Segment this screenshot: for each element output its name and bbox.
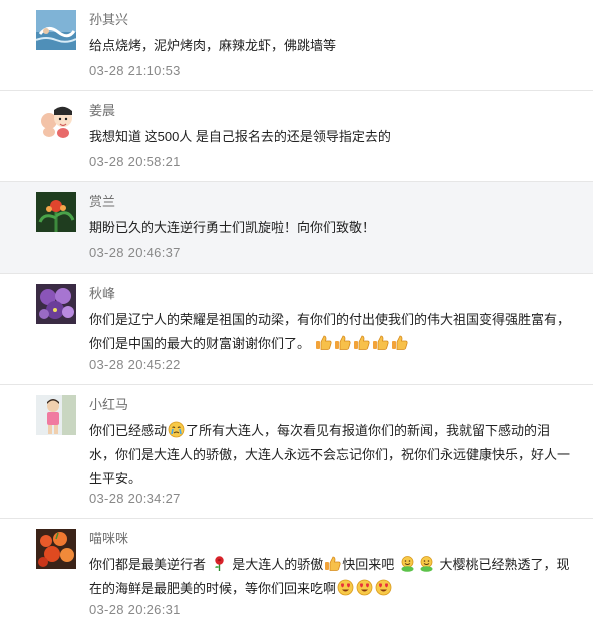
avatar[interactable] (36, 395, 76, 435)
commenter-name[interactable]: 喵咪咪 (89, 531, 128, 547)
rose-icon (211, 555, 228, 572)
thumbs-up-icon (334, 334, 351, 351)
comment-time: 03-28 20:34:27 (89, 491, 181, 506)
avatar[interactable] (36, 192, 76, 232)
comment-text: 你们都是最美逆行者 是大连人的骄傲 快回来吧 大樱桃已经熟透了，现在的海鲜是最肥… (89, 553, 574, 601)
comment-text: 你们已经感动 了所有大连人，每次看见有报道你们的新闻，我就留下感动的泪水，你们是… (89, 419, 574, 491)
avatar[interactable] (36, 10, 76, 50)
heart-eyes-icon (356, 579, 373, 596)
comment-item: 赏兰 期盼已久的大连逆行勇士们凯旋啦！向你们致敬！ 03-28 20:46:37 (0, 182, 593, 274)
thumbs-up-icon (315, 334, 332, 351)
thumbs-up-icon (324, 555, 341, 572)
comment-item: 喵咪咪 你们都是最美逆行者 是大连人的骄傲 快回来吧 大樱桃已经熟透了，现在的海… (0, 519, 593, 630)
avatar[interactable] (36, 284, 76, 324)
comment-text-part: 你们都是最美逆行者 (89, 557, 207, 572)
thumbs-up-icon (353, 334, 370, 351)
commenter-name[interactable]: 小红马 (89, 397, 128, 413)
heart-eyes-icon (375, 579, 392, 596)
commenter-name[interactable]: 孙其兴 (89, 12, 128, 28)
comment-item: 孙其兴 给点烧烤，泥炉烤肉，麻辣龙虾，佛跳墙等 03-28 21:10:53 (0, 0, 593, 91)
comment-time: 03-28 20:58:21 (89, 154, 181, 169)
comment-text-part: 你们已经感动 (89, 423, 168, 438)
crying-face-icon (168, 421, 185, 438)
commenter-name[interactable]: 秋峰 (89, 286, 115, 302)
commenter-name[interactable]: 姜晨 (89, 103, 115, 119)
comment-text-part: 快回来吧 (342, 557, 395, 572)
hug-icon (399, 555, 416, 572)
comment-time: 03-28 20:46:37 (89, 245, 181, 260)
comment-text: 我想知道 这500人 是自己报名去的还是领导指定去的 (89, 129, 391, 144)
avatar[interactable] (36, 529, 76, 569)
comment-time: 03-28 21:10:53 (89, 63, 181, 78)
comment-item: 秋峰 你们是辽宁人的荣耀是祖国的动梁，有你们的付出使我们的伟大祖国变得强胜富有，… (0, 274, 593, 385)
comment-text: 给点烧烤，泥炉烤肉，麻辣龙虾，佛跳墙等 (89, 38, 337, 53)
comment-list: 孙其兴 给点烧烤，泥炉烤肉，麻辣龙虾，佛跳墙等 03-28 21:10:53 姜… (0, 0, 593, 630)
comment-item: 小红马 你们已经感动 了所有大连人，每次看见有报道你们的新闻，我就留下感动的泪水… (0, 385, 593, 519)
comment-text-part: 是大连人的骄傲 (232, 557, 324, 572)
comment-text: 你们是辽宁人的荣耀是祖国的动梁，有你们的付出使我们的伟大祖国变得强胜富有，你们是… (89, 308, 574, 356)
heart-eyes-icon (337, 579, 354, 596)
comment-time: 03-28 20:45:22 (89, 357, 181, 372)
comment-time: 03-28 20:26:31 (89, 602, 181, 617)
comment-item: 姜晨 我想知道 这500人 是自己报名去的还是领导指定去的 03-28 20:5… (0, 91, 593, 182)
thumbs-up-icon (391, 334, 408, 351)
comment-text: 期盼已久的大连逆行勇士们凯旋啦！向你们致敬！ (89, 220, 376, 235)
hug-icon (418, 555, 435, 572)
avatar[interactable] (36, 101, 76, 141)
thumbs-up-icon (372, 334, 389, 351)
commenter-name[interactable]: 赏兰 (89, 194, 115, 210)
